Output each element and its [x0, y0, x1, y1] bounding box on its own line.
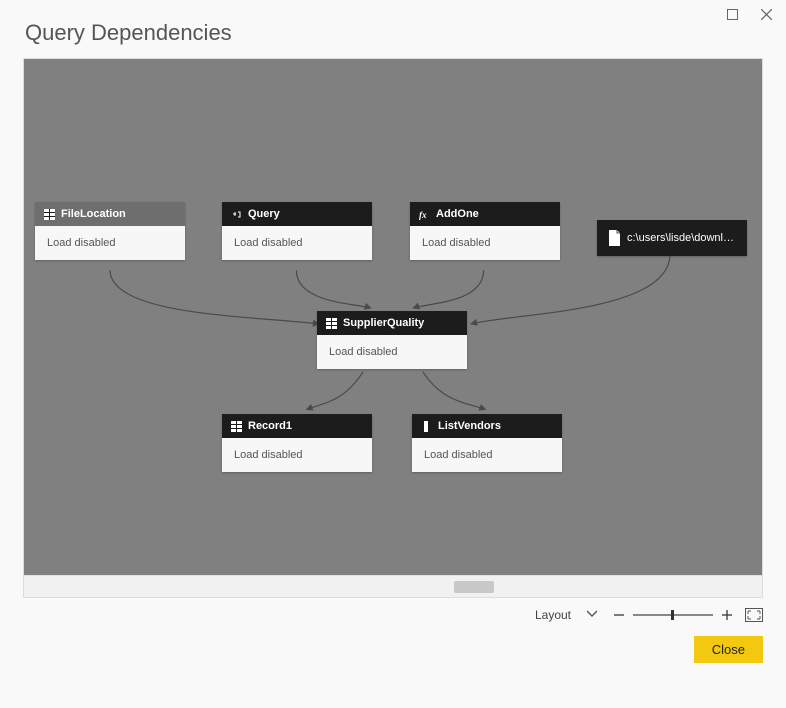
scrollbar-thumb[interactable] — [454, 581, 494, 593]
layout-label: Layout — [535, 608, 571, 622]
node-status: Load disabled — [412, 438, 562, 472]
node-supplierquality[interactable]: SupplierQuality Load disabled — [317, 311, 467, 369]
node-record1[interactable]: Record1 Load disabled — [222, 414, 372, 472]
minus-icon — [614, 610, 624, 620]
node-label: AddOne — [436, 208, 479, 220]
dialog-actions: Close — [23, 636, 763, 663]
node-addone[interactable]: fx AddOne Load disabled — [410, 202, 560, 260]
node-label: Record1 — [248, 420, 292, 432]
node-label: SupplierQuality — [343, 317, 424, 329]
node-status: Load disabled — [317, 335, 467, 369]
zoom-in-button[interactable] — [719, 607, 735, 623]
table-icon — [230, 420, 242, 432]
zoom-control — [611, 607, 735, 623]
list-icon — [420, 420, 432, 432]
table-icon — [43, 208, 55, 220]
function-icon: fx — [418, 208, 430, 220]
zoom-out-button[interactable] — [611, 607, 627, 623]
query-dependencies-window: Query Dependencies — [0, 0, 786, 708]
node-listvendors[interactable]: ListVendors Load disabled — [412, 414, 562, 472]
node-label: Query — [248, 208, 280, 220]
zoom-slider[interactable] — [633, 614, 713, 616]
window-controls — [722, 4, 776, 24]
table-icon — [325, 317, 337, 329]
horizontal-scrollbar[interactable] — [24, 575, 762, 597]
layout-dropdown[interactable] — [583, 608, 601, 623]
dependency-canvas[interactable]: FileLocation Load disabled Query Load di… — [24, 59, 762, 575]
square-icon — [727, 9, 738, 20]
svg-text:fx: fx — [419, 210, 427, 220]
canvas-frame: FileLocation Load disabled Query Load di… — [23, 58, 763, 598]
plus-icon — [722, 610, 732, 620]
close-button[interactable]: Close — [694, 636, 763, 663]
page-title: Query Dependencies — [25, 20, 232, 46]
zoom-slider-thumb[interactable] — [671, 610, 674, 620]
node-status: Load disabled — [410, 226, 560, 260]
node-query[interactable]: Query Load disabled — [222, 202, 372, 260]
chevron-down-icon — [587, 610, 597, 618]
node-label: FileLocation — [61, 208, 126, 220]
close-icon — [761, 9, 772, 20]
node-status: Load disabled — [222, 226, 372, 260]
node-filelocation[interactable]: FileLocation Load disabled — [35, 202, 185, 260]
node-status: Load disabled — [35, 226, 185, 260]
close-window-button[interactable] — [756, 4, 776, 24]
file-icon — [607, 230, 621, 246]
parameter-icon — [230, 208, 242, 220]
node-label: ListVendors — [438, 420, 501, 432]
node-label: c:\users\lisde\downloads... — [627, 232, 737, 244]
node-sourcefile[interactable]: c:\users\lisde\downloads... — [597, 220, 747, 256]
fit-to-screen-button[interactable] — [745, 608, 763, 622]
maximize-button[interactable] — [722, 4, 742, 24]
fit-icon — [745, 608, 763, 622]
bottom-toolbar: Layout — [23, 600, 763, 630]
node-status: Load disabled — [222, 438, 372, 472]
